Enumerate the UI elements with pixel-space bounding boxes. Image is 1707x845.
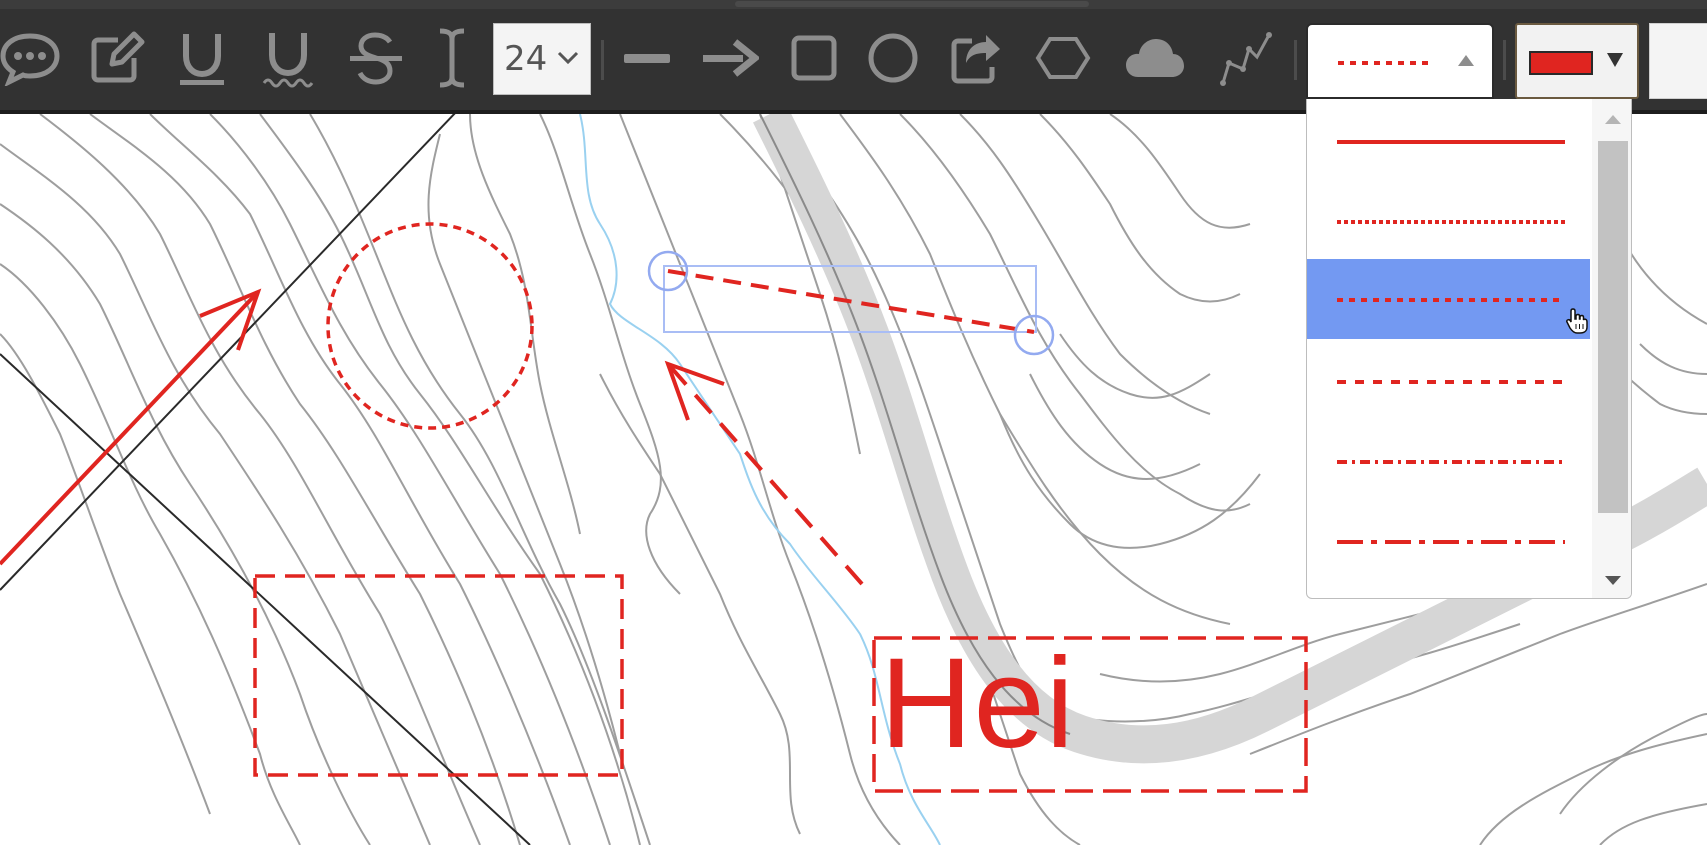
dotted-medium-line-preview (1337, 298, 1565, 302)
strikethrough-icon (350, 32, 402, 85)
cloud-icon (1126, 39, 1184, 77)
text-annotation[interactable]: Hei (880, 640, 1075, 768)
solid-line-preview (1337, 140, 1565, 144)
selected-line-style-preview (1338, 61, 1428, 65)
toolbar-drag-handle[interactable] (735, 1, 1089, 7)
dash-dot-line-preview (1337, 460, 1565, 464)
toolbar-separator (1294, 40, 1297, 80)
font-size-value: 24 (504, 39, 548, 79)
dashed-line-preview (1337, 380, 1565, 384)
arrow-tool-button[interactable] (694, 22, 766, 94)
share-tool-button[interactable] (940, 22, 1012, 94)
arrow-right-icon (703, 39, 759, 77)
text-cursor-tool-button[interactable] (416, 22, 488, 94)
dotted-fine-line-preview (1337, 220, 1565, 224)
rectangle-tool-button[interactable] (778, 22, 850, 94)
cloud-tool-button[interactable] (1119, 22, 1191, 94)
polyline-icon (1220, 32, 1272, 86)
line-style-option-dotted-medium[interactable] (1307, 259, 1590, 339)
hexagon-icon (1035, 37, 1091, 79)
toolbar-separator (601, 40, 604, 80)
font-size-select[interactable]: 24 (493, 23, 591, 95)
scrollbar-thumb[interactable] (1598, 141, 1628, 513)
speech-bubble-icon (0, 33, 60, 86)
line-style-select[interactable] (1306, 23, 1494, 99)
color-swatch (1529, 51, 1593, 75)
line-style-option-dotted-fine[interactable] (1307, 181, 1590, 261)
dropdown-scrollbar[interactable] (1592, 99, 1631, 598)
line-style-option-dashed[interactable] (1307, 341, 1590, 421)
chevron-down-icon (557, 51, 579, 65)
annotation-toolbar: 24 (0, 0, 1707, 114)
polygon-tool-button[interactable] (1027, 22, 1099, 94)
line-icon (624, 54, 670, 63)
polyline-tool-button[interactable] (1209, 22, 1281, 94)
edit-tool-button[interactable] (80, 22, 152, 94)
share-icon (951, 35, 1000, 84)
caret-down-icon (1607, 53, 1623, 67)
scroll-up-icon[interactable] (1603, 113, 1623, 125)
strikethrough-tool-button[interactable] (340, 22, 412, 94)
text-cursor-icon (439, 28, 465, 88)
line-style-option-solid[interactable] (1307, 101, 1590, 181)
squiggly-underline-icon (262, 33, 314, 88)
underline-tool-button[interactable] (166, 22, 238, 94)
squiggly-underline-tool-button[interactable] (252, 22, 324, 94)
stroke-color-picker[interactable] (1515, 23, 1639, 99)
scroll-down-icon[interactable] (1603, 575, 1623, 587)
line-style-dropdown-list[interactable] (1306, 99, 1632, 599)
dash-dot-dot-line-preview (1337, 540, 1565, 544)
toolbar-overflow-control[interactable] (1649, 23, 1707, 99)
square-icon (791, 35, 837, 81)
toolbar-separator (1503, 40, 1506, 80)
line-style-option-dash-dot[interactable] (1307, 421, 1590, 501)
comment-tool-button[interactable] (0, 22, 66, 94)
hand-pointer-icon (1566, 308, 1588, 334)
circle-tool-button[interactable] (857, 22, 929, 94)
pencil-edit-icon (91, 31, 145, 83)
caret-up-icon (1458, 55, 1474, 66)
line-style-option-dash-dot-dot[interactable] (1307, 501, 1590, 581)
circle-icon (868, 33, 918, 83)
underline-icon (180, 34, 224, 85)
line-tool-button[interactable] (611, 22, 683, 94)
